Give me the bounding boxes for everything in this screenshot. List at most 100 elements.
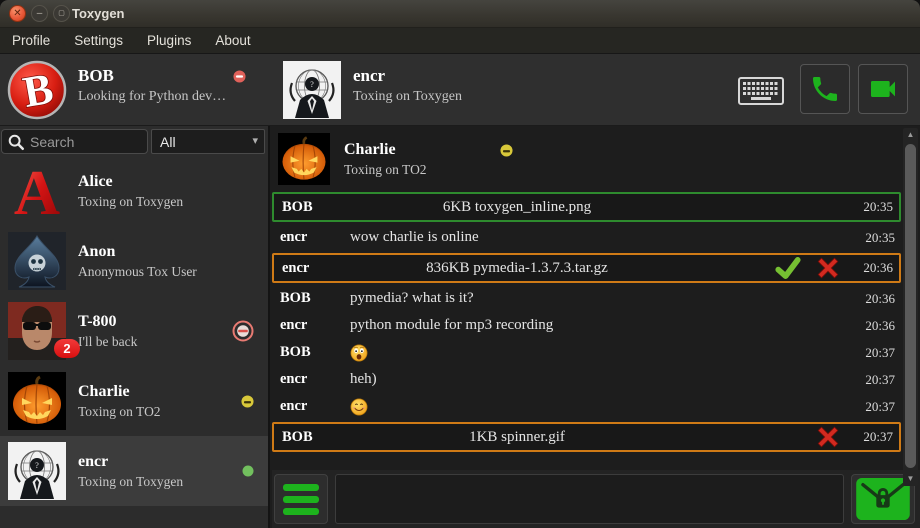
- close-icon: ✕: [13, 9, 21, 19]
- message-time: 20:37: [851, 345, 901, 361]
- window-title: Toxygen: [72, 6, 125, 21]
- banner-name: Charlie: [344, 140, 427, 159]
- contact-item-charlie[interactable]: Charlie Toxing on TO2: [0, 366, 268, 436]
- message-text: wow charlie is online: [350, 229, 851, 246]
- keyboard-icon[interactable]: [738, 77, 784, 105]
- contact-status-message: I'll be back: [78, 334, 232, 350]
- contact-name: Charlie: [78, 382, 241, 401]
- away-status-icon: [500, 144, 514, 158]
- maximize-button[interactable]: ▢: [53, 5, 70, 22]
- status-status-icon: [241, 395, 254, 408]
- check-icon: [775, 255, 801, 281]
- message-row: BOB20:37: [272, 339, 901, 366]
- message-input[interactable]: [335, 474, 844, 524]
- contact-name: T-800: [78, 312, 232, 331]
- message-sender: encr: [272, 317, 350, 334]
- avatar: A: [8, 162, 66, 220]
- file-transfer-actions: [815, 424, 841, 450]
- contact-item-t-800[interactable]: 2 T-800 I'll be back: [0, 296, 268, 366]
- x-icon: [815, 255, 841, 281]
- message-row: BOBpymedia? what is it?20:36: [272, 285, 901, 312]
- contact-list: A Alice Toxing on Toxygen Anon Anonymous Tox…: [0, 156, 268, 506]
- smiley-icon: [350, 344, 851, 362]
- contact-item-encr[interactable]: ? encr Toxing on Toxygen: [0, 436, 268, 506]
- accept-file-button[interactable]: [775, 255, 801, 281]
- file-transfer-row: encr836KB pymedia-1.3.7.3.tar.gz20:36: [272, 253, 901, 283]
- minimize-button[interactable]: –: [31, 5, 48, 22]
- audio-call-button[interactable]: [800, 64, 850, 114]
- file-transfer-actions: [775, 255, 841, 281]
- message-sender: encr: [272, 398, 350, 415]
- contact-name: Alice: [78, 172, 268, 191]
- message-list: BOB6KB toxygen_inline.png20:35encrwow ch…: [272, 190, 901, 454]
- x-icon: [815, 424, 841, 450]
- composer: [272, 470, 920, 528]
- contact-name: encr: [78, 452, 242, 471]
- contact-item-alice[interactable]: A Alice Toxing on Toxygen: [0, 156, 268, 226]
- chat-contact-banner[interactable]: Charlie Toxing on TO2: [272, 130, 901, 188]
- menu-item-about[interactable]: About: [203, 28, 262, 54]
- scroll-up-button[interactable]: ▲: [903, 128, 918, 142]
- message-sender: BOB: [274, 199, 352, 216]
- decline-file-button[interactable]: [815, 424, 841, 450]
- video-call-button[interactable]: [858, 64, 908, 114]
- top-row: B BOB Looking for Python dev… ? encr Tox…: [0, 54, 920, 126]
- message-sender: encr: [272, 371, 350, 388]
- message-text: python module for mp3 recording: [350, 317, 851, 334]
- file-transfer-label: 6KB toxygen_inline.png: [352, 199, 682, 216]
- minimize-icon: –: [37, 9, 43, 19]
- smiley-icon: [350, 398, 851, 416]
- scroll-thumb[interactable]: [905, 144, 916, 468]
- contact-item-anon[interactable]: Anon Anonymous Tox User: [0, 226, 268, 296]
- file-transfer-label: 1KB spinner.gif: [352, 429, 682, 446]
- decline-file-button[interactable]: [815, 255, 841, 281]
- contact-filter-dropdown[interactable]: All ▾: [151, 129, 265, 154]
- search-row: All ▾: [0, 126, 268, 156]
- search-box: [1, 129, 148, 154]
- self-profile[interactable]: B BOB Looking for Python dev…: [0, 54, 270, 126]
- online-status-icon: [242, 465, 254, 477]
- close-button[interactable]: ✕: [9, 5, 26, 22]
- unread-badge: 2: [54, 339, 80, 358]
- file-transfer-label: 836KB pymedia-1.3.7.3.tar.gz: [352, 260, 682, 277]
- contact-status-message: Anonymous Tox User: [78, 264, 268, 280]
- contact-status-message: Toxing on Toxygen: [78, 474, 242, 490]
- message-row: encrheh)20:37: [272, 366, 901, 393]
- menu-item-profile[interactable]: Profile: [0, 28, 62, 54]
- scroll-down-button[interactable]: ▼: [903, 472, 918, 486]
- chevron-down-icon: ▾: [252, 134, 258, 147]
- contact-status-message: Toxing on TO2: [78, 404, 241, 420]
- chat-peer-name: encr: [353, 66, 462, 86]
- menubar: ProfileSettingsPluginsAbout: [0, 28, 920, 54]
- menu-button[interactable]: [274, 474, 328, 524]
- file-transfer-row: BOB6KB toxygen_inline.png20:35: [272, 192, 901, 222]
- maximize-icon: ▢: [58, 10, 65, 17]
- contact-status-message: Toxing on Toxygen: [78, 194, 268, 210]
- message-time: 20:37: [851, 372, 901, 388]
- menu-item-settings[interactable]: Settings: [62, 28, 135, 54]
- scrollbar[interactable]: ▲ ▼: [903, 128, 918, 486]
- svg-text:?: ?: [310, 80, 314, 89]
- search-input[interactable]: [28, 131, 144, 152]
- message-time: 20:36: [851, 291, 901, 307]
- banner-avatar: [278, 133, 330, 185]
- message-time: 20:35: [851, 230, 901, 246]
- avatar: 2: [8, 302, 66, 360]
- status-status-icon: [232, 320, 254, 342]
- message-sender: encr: [272, 229, 350, 246]
- menu-item-plugins[interactable]: Plugins: [135, 28, 203, 54]
- self-name: BOB: [78, 66, 226, 86]
- search-icon: [7, 133, 25, 151]
- banner-status-message: Toxing on TO2: [344, 162, 427, 178]
- contact-name: Anon: [78, 242, 268, 261]
- avatar: ?: [8, 442, 66, 500]
- self-status-message: Looking for Python dev…: [78, 89, 226, 105]
- titlebar: ✕ – ▢ Toxygen: [0, 0, 920, 28]
- message-sender: BOB: [274, 429, 352, 446]
- svg-text:?: ?: [35, 461, 39, 470]
- chat-header: ? encr Toxing on Toxygen: [270, 54, 920, 126]
- message-sender: encr: [274, 260, 352, 277]
- message-time: 20:37: [851, 399, 901, 415]
- filter-value: All: [160, 134, 176, 150]
- message-time: 20:36: [851, 318, 901, 334]
